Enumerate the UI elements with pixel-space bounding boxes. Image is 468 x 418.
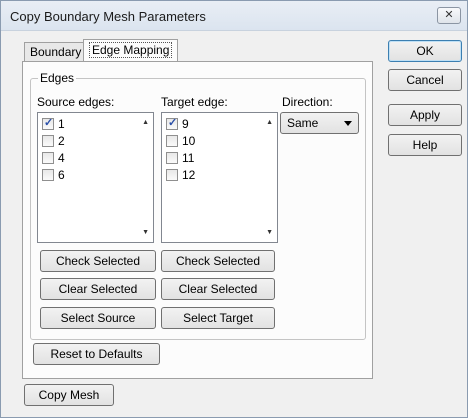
source-clear-selected-button[interactable]: Clear Selected: [40, 278, 156, 300]
direction-value: Same: [287, 116, 319, 130]
select-source-button[interactable]: Select Source: [40, 307, 156, 329]
title-bar[interactable]: Copy Boundary Mesh Parameters ✕: [1, 1, 467, 31]
source-edge-item[interactable]: 6: [42, 168, 65, 184]
target-edge-label-text: 9: [182, 117, 189, 131]
close-button[interactable]: ✕: [437, 7, 461, 24]
source-edges-list[interactable]: 1 2 4 6 ▲ ▼: [37, 112, 154, 243]
checkbox[interactable]: [166, 169, 178, 181]
source-edge-label: 2: [58, 134, 65, 148]
target-check-selected-button[interactable]: Check Selected: [161, 250, 275, 272]
target-edge-label: Target edge:: [161, 95, 228, 109]
tab-edge-mapping-label: Edge Mapping: [89, 42, 173, 58]
tab-boundary-label: Boundary: [30, 45, 82, 59]
target-edge-item[interactable]: 10: [166, 134, 195, 150]
source-edge-item[interactable]: 4: [42, 151, 65, 167]
target-edge-item[interactable]: 12: [166, 168, 195, 184]
checkbox[interactable]: [42, 135, 54, 147]
checkbox[interactable]: [166, 135, 178, 147]
scroll-down-icon[interactable]: ▼: [266, 229, 273, 236]
source-check-selected-button[interactable]: Check Selected: [40, 250, 156, 272]
source-edge-label: 4: [58, 151, 65, 165]
close-icon: ✕: [444, 9, 454, 21]
chevron-down-icon: [344, 121, 352, 126]
target-clear-selected-button[interactable]: Clear Selected: [161, 278, 275, 300]
scroll-up-icon[interactable]: ▲: [142, 119, 149, 126]
source-edge-label: 1: [58, 117, 65, 131]
checkbox[interactable]: [166, 116, 178, 130]
ok-button[interactable]: OK: [388, 40, 462, 62]
apply-button[interactable]: Apply: [388, 104, 462, 126]
checkbox[interactable]: [166, 152, 178, 164]
target-edge-label-text: 10: [182, 134, 196, 148]
scroll-up-icon[interactable]: ▲: [266, 119, 273, 126]
source-edge-item[interactable]: 1: [42, 116, 65, 133]
target-edge-item[interactable]: 11: [166, 151, 194, 167]
direction-label: Direction:: [282, 95, 333, 109]
target-edge-label-text: 12: [182, 168, 196, 182]
select-target-button[interactable]: Select Target: [161, 307, 275, 329]
target-edge-item[interactable]: 9: [166, 116, 189, 133]
target-edge-label-text: 11: [182, 151, 195, 165]
scroll-down-icon[interactable]: ▼: [142, 229, 149, 236]
cancel-button[interactable]: Cancel: [388, 69, 462, 91]
reset-to-defaults-button[interactable]: Reset to Defaults: [33, 343, 160, 365]
direction-dropdown[interactable]: Same: [280, 112, 359, 134]
tab-edge-mapping[interactable]: Edge Mapping: [83, 39, 179, 61]
source-edge-label: 6: [58, 168, 65, 182]
checkbox[interactable]: [42, 169, 54, 181]
target-edges-list[interactable]: 9 10 11 12 ▲ ▼: [161, 112, 278, 243]
window-title: Copy Boundary Mesh Parameters: [10, 9, 206, 24]
source-edges-label: Source edges:: [37, 95, 115, 109]
edges-group-title: Edges: [38, 71, 77, 85]
help-button[interactable]: Help: [388, 134, 462, 156]
tab-boundary[interactable]: Boundary: [24, 42, 88, 62]
dialog-window: Copy Boundary Mesh Parameters ✕ Boundary…: [0, 0, 468, 418]
checkbox[interactable]: [42, 116, 54, 130]
source-edge-item[interactable]: 2: [42, 134, 65, 150]
checkbox[interactable]: [42, 152, 54, 164]
copy-mesh-button[interactable]: Copy Mesh: [24, 384, 114, 406]
